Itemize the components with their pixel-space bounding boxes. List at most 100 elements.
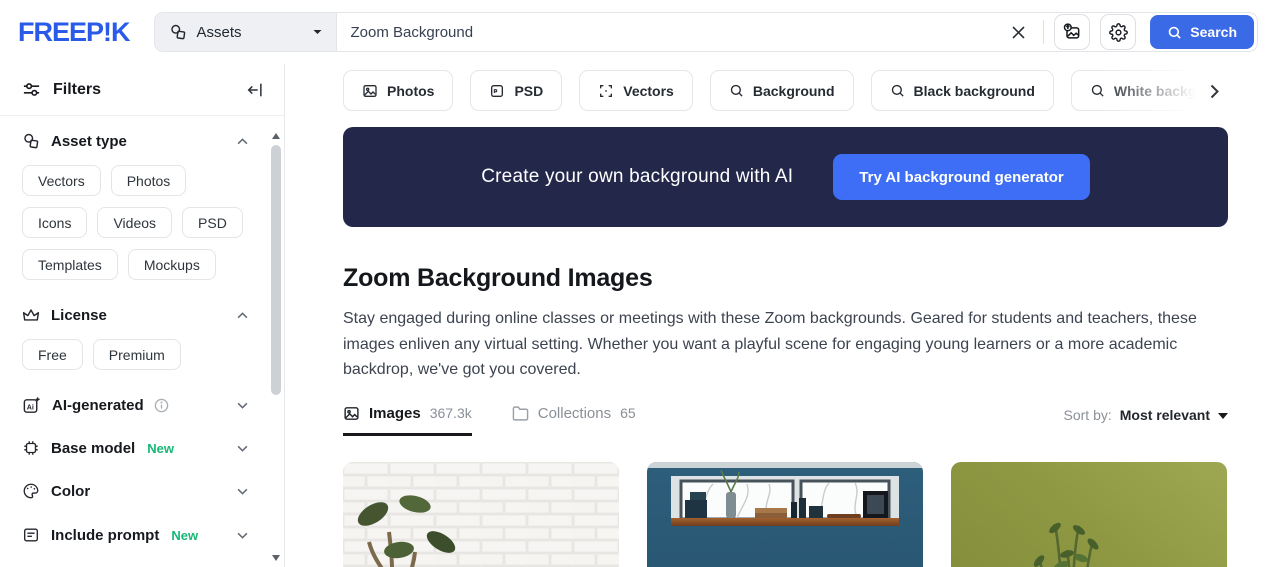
- new-badge: New: [171, 527, 199, 543]
- related-chip-label: Photos: [387, 82, 435, 99]
- filters-title: Filters: [53, 80, 102, 98]
- divider: [1043, 20, 1045, 44]
- results-grid: [343, 461, 1228, 567]
- sliders-icon: [22, 80, 41, 99]
- freepik-logo[interactable]: FREEP!K: [18, 17, 131, 48]
- related-chip-psd[interactable]: PSD: [470, 70, 563, 111]
- search-button[interactable]: Search: [1150, 15, 1254, 49]
- top-header: FREEP!K Assets Zoom Background Search: [0, 0, 1280, 64]
- search-by-image-button[interactable]: [1054, 14, 1091, 50]
- page-description: Stay engaged during online classes or me…: [343, 310, 1197, 378]
- tab-label: Collections: [537, 404, 612, 422]
- search-category-label: Assets: [196, 23, 242, 41]
- filter-chip-icons[interactable]: Icons: [22, 207, 88, 238]
- related-searches-track: Photos PSD Vectors Background Black back…: [343, 70, 1228, 111]
- filter-chip-premium[interactable]: Premium: [92, 339, 181, 370]
- section-label: Include prompt: [51, 526, 160, 544]
- filter-chip-vectors[interactable]: Vectors: [22, 165, 101, 196]
- page-title: Zoom Background Images: [343, 264, 653, 292]
- image-upload-icon: [1064, 23, 1080, 39]
- tab-count: 367.3k: [429, 405, 472, 421]
- tab-label: Images: [369, 404, 421, 422]
- chevron-down-icon: [237, 532, 248, 539]
- related-searches-row: Photos PSD Vectors Background Black back…: [343, 70, 1228, 111]
- section-label: License: [51, 306, 107, 324]
- tab-collections[interactable]: Collections 65: [512, 405, 636, 436]
- filter-section-base-model[interactable]: Base model New: [22, 439, 248, 457]
- filter-section-ai-generated[interactable]: Ai AI-generated: [22, 396, 248, 415]
- section-label: Base model: [51, 439, 136, 457]
- related-chip-label: PSD: [514, 82, 544, 99]
- filter-section-asset-type[interactable]: Asset type: [22, 132, 248, 150]
- scroll-up-arrow[interactable]: [269, 129, 283, 143]
- filter-chip-videos[interactable]: Videos: [97, 207, 173, 238]
- search-icon: [1090, 83, 1105, 98]
- license-chips: Free Premium: [22, 339, 248, 370]
- ai-icon: Ai: [22, 396, 41, 415]
- try-ai-background-generator-button[interactable]: Try AI background generator: [833, 154, 1090, 200]
- freepik-search-page: FREEP!K Assets Zoom Background Search Fi…: [0, 0, 1280, 567]
- collapse-sidebar-button[interactable]: [246, 81, 264, 99]
- search-category-dropdown[interactable]: Assets: [154, 13, 337, 51]
- search-button-label: Search: [1190, 24, 1237, 40]
- tab-images[interactable]: Images 367.3k: [343, 405, 472, 436]
- result-thumbnail-3[interactable]: [951, 461, 1227, 567]
- svg-text:Ai: Ai: [27, 403, 34, 411]
- related-chip-background[interactable]: Background: [709, 70, 854, 111]
- folder-icon: [512, 405, 529, 422]
- chevron-right-icon: [1210, 84, 1219, 98]
- related-chip-vectors[interactable]: Vectors: [579, 70, 693, 111]
- filter-section-color[interactable]: Color: [22, 482, 248, 500]
- prompt-icon: [22, 526, 40, 544]
- gear-icon: [1108, 22, 1128, 42]
- chevron-down-icon: [313, 30, 322, 34]
- sidebar-scrollbar[interactable]: [269, 127, 283, 567]
- clear-search-button[interactable]: [1003, 17, 1033, 47]
- collapse-left-icon: [247, 83, 262, 96]
- search-icon: [1168, 26, 1181, 39]
- search-settings-button[interactable]: [1100, 14, 1137, 50]
- vector-icon: [598, 83, 614, 99]
- section-label: Asset type: [51, 132, 127, 150]
- related-chip-photos[interactable]: Photos: [343, 70, 454, 111]
- filter-section-license[interactable]: License: [22, 306, 248, 324]
- filter-chip-mockups[interactable]: Mockups: [127, 249, 216, 280]
- shapes-icon: [169, 23, 187, 41]
- palette-icon: [22, 482, 40, 500]
- chip-icon: [22, 439, 40, 457]
- result-thumbnail-1[interactable]: [343, 461, 619, 567]
- shapes-icon: [22, 132, 40, 150]
- tab-count: 65: [620, 405, 636, 421]
- chevron-up-icon: [237, 137, 248, 145]
- ai-generator-banner: Create your own background with AI Try A…: [343, 127, 1228, 227]
- search-icon: [890, 83, 905, 98]
- psd-icon: [489, 83, 505, 99]
- photo-icon: [362, 83, 378, 99]
- sort-dropdown[interactable]: Sort by: Most relevant: [1063, 406, 1228, 434]
- scrollbar-thumb[interactable]: [271, 145, 281, 395]
- sort-value: Most relevant: [1119, 406, 1210, 423]
- chevron-down-icon: [237, 402, 248, 409]
- related-chip-black-background[interactable]: Black background: [870, 70, 1054, 111]
- related-scroll-next-button[interactable]: [1202, 79, 1226, 103]
- related-chip-label: Background: [752, 82, 835, 99]
- info-icon[interactable]: [154, 398, 169, 413]
- search-input[interactable]: [336, 23, 1004, 41]
- banner-message: Create your own background with AI: [481, 166, 794, 187]
- filter-chip-templates[interactable]: Templates: [22, 249, 118, 280]
- chevron-down-icon: [237, 445, 248, 452]
- sort-label: Sort by:: [1063, 406, 1112, 423]
- section-label: Color: [51, 482, 91, 500]
- related-chip-label: Vectors: [623, 82, 674, 99]
- filter-section-include-prompt[interactable]: Include prompt New: [22, 526, 248, 544]
- filter-chip-photos[interactable]: Photos: [110, 165, 187, 196]
- filter-chip-psd[interactable]: PSD: [182, 207, 243, 238]
- close-icon: [1012, 25, 1025, 39]
- filters-list: Asset type Vectors Photos Icons Videos P…: [0, 116, 284, 566]
- new-badge: New: [147, 440, 174, 456]
- scroll-down-arrow[interactable]: [269, 551, 283, 565]
- image-icon: [343, 405, 360, 422]
- main-content: Photos PSD Vectors Background Black back…: [286, 64, 1280, 567]
- result-thumbnail-2[interactable]: [647, 461, 923, 567]
- filter-chip-free[interactable]: Free: [22, 339, 83, 370]
